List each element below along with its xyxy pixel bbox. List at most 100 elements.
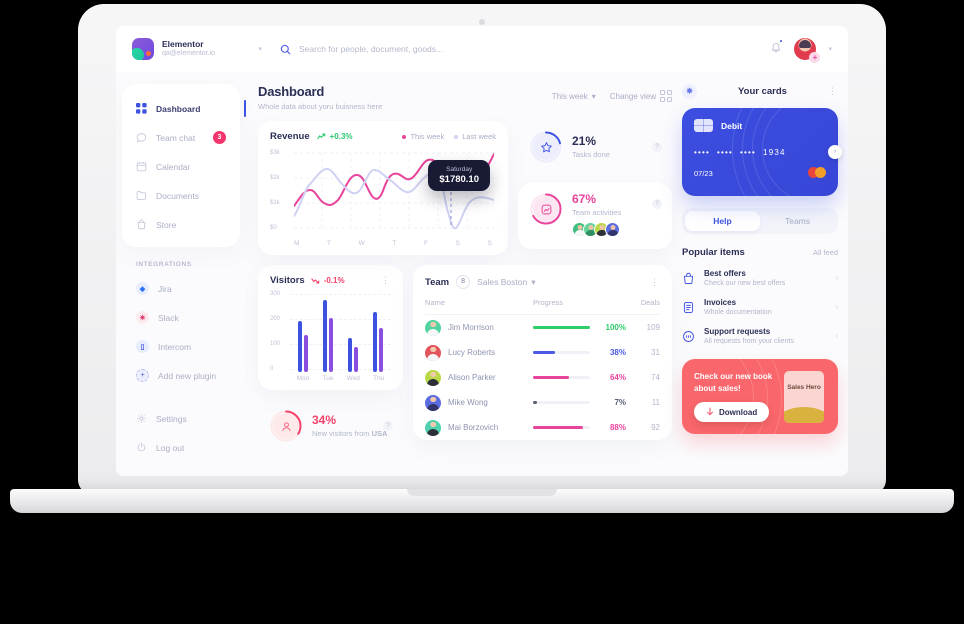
popular-items-title: Popular items [682,247,745,258]
help-icon[interactable]: ? [652,199,662,209]
member-cell: Mai Borzovich [425,419,533,436]
page-tools: This week ▾ Change view [552,84,672,102]
period-selector[interactable]: This week ▾ [552,92,596,101]
user-icon [273,413,299,439]
progress-bar [533,326,590,329]
page-header: Dashboard Whole data about yoru buisness… [258,84,672,111]
grid-view-icon [660,90,672,102]
avatar[interactable]: + [794,38,821,63]
card-group-2: •••• [717,148,734,157]
notification-dot [779,39,784,43]
bottom-cards-row: Visitors -0.1% ⋮ 300 200 100 0 Mon Tue W… [258,265,672,452]
power-icon [136,442,147,453]
table-row[interactable]: Mike Wong 7% 11 [425,390,660,415]
usa-text: 34% New visitors from USA [312,414,387,438]
elementor-logo-icon [132,38,154,60]
bar-series1 [348,338,353,372]
sidebar-item-add-plugin[interactable]: + Add new plugin [122,361,246,390]
card-expiry: 07/23 [694,169,713,178]
slack-icon: ✳ [136,311,149,324]
x-tick: S [487,240,492,247]
plus-icon: + [136,369,149,382]
help-icon[interactable]: ? [652,142,662,152]
sidebar-item-slack[interactable]: ✳ Slack [122,303,246,332]
table-row[interactable]: Lucy Roberts 38% 31 [425,340,660,365]
popular-item-best-offers[interactable]: Best offers Check our new best offers › [682,269,838,287]
dashboard-app: Elementor qa@elementor.io ▾ Search for p… [116,26,848,476]
notifications-button[interactable] [770,39,784,58]
table-row[interactable]: Mai Borzovich 88% 92 [425,415,660,440]
cards-title: Your cards [738,86,787,97]
credit-card-wrap: Debit •••• •••• •••• 1934 07/23 › [682,108,842,196]
sidebar-item-jira[interactable]: ◆ Jira [122,274,246,303]
avatar[interactable] [605,222,620,237]
sidebar-item-settings[interactable]: Settings [122,404,246,433]
chevron-down-icon[interactable]: ▾ [258,45,262,53]
popular-item-name: Support requests [704,327,771,336]
team-label: Team activities [572,208,622,217]
sidebar-item-dashboard[interactable]: Dashboard [122,94,246,123]
sidebar-item-label: Settings [156,413,187,424]
screenshot-stage: Elementor qa@elementor.io ▾ Search for p… [0,0,964,624]
bar-group-mon [297,321,308,372]
y-tick: 200 [270,316,281,322]
more-icon[interactable]: ⋮ [828,86,838,97]
card-group-1: •••• [694,148,711,157]
usa-label: New visitors from USA [312,429,387,438]
tasks-done-card: 21% Tasks done ? [518,121,672,173]
popular-item-invoices[interactable]: Invoices Whole documentation › [682,298,838,316]
bar-series2 [379,328,384,372]
revenue-delta: +0.3% [316,132,353,141]
download-button[interactable]: Download [694,402,770,422]
tooltip-day: Saturday [446,166,473,173]
usa-ring [270,410,302,442]
app-body: Dashboard Team chat 3 Calendar Documents… [116,72,848,476]
team-value: 67% [572,192,597,206]
team-activities-card: 67% Team activities ? [518,183,672,249]
sidebar-item-team-chat[interactable]: Team chat 3 [122,123,240,152]
sidebar-item-label: Intercom [158,341,192,352]
sidebar-item-store[interactable]: Store [122,210,240,239]
credit-card[interactable]: Debit •••• •••• •••• 1934 07/23 [682,108,838,196]
next-card-button[interactable]: › [828,145,842,159]
brand-switcher[interactable]: Elementor qa@elementor.io ▾ [132,38,262,60]
deals-value: 31 [651,348,660,357]
table-row[interactable]: Jim Morrison 100% 109 [425,315,660,340]
popular-item-support-requests[interactable]: Support requests All requests from your … [682,327,838,345]
visitors-plot [290,294,391,372]
sidebar-item-intercom[interactable]: ▯ Intercom [122,332,246,361]
team-avatar-group [572,222,621,237]
sidebar-item-documents[interactable]: Documents [122,181,240,210]
member-cell: Jim Morrison [425,319,533,336]
bar-groups [290,294,391,372]
sidebar-item-calendar[interactable]: Calendar [122,152,240,181]
table-row[interactable]: Alison Parker 64% 74 [425,365,660,390]
progress-percent: 38% [609,348,626,357]
chevron-right-icon: › [835,332,838,340]
all-feed-link[interactable]: All feed [813,248,838,257]
grid-icon [136,103,147,114]
help-icon[interactable]: ? [383,421,393,431]
search-box[interactable] [280,44,770,55]
revenue-delta-value: +0.3% [329,132,353,141]
more-icon[interactable]: ⋮ [381,275,391,286]
book-title: Sales Hero [787,384,821,391]
bag-icon [682,272,695,285]
tab-teams[interactable]: Teams [760,211,835,231]
legend-this-week-label: This week [410,132,445,141]
add-user-badge[interactable]: + [809,52,821,63]
search-input[interactable] [299,44,559,54]
sidebar-item-logout[interactable]: Log out [122,433,246,462]
column-header-deals: Deals [640,298,660,307]
more-icon[interactable]: ⋮ [650,277,660,288]
change-view-button[interactable]: Change view [610,90,672,102]
sun-icon[interactable]: ✸ [682,84,697,99]
top-bar-actions: + ▾ [770,38,832,63]
table-header-row: Name Progress Deals [425,298,660,315]
active-indicator [243,100,246,117]
revenue-card: Revenue +0.3% This week Last week $3k $2… [258,121,508,255]
member-cell: Alison Parker [425,369,533,386]
chevron-down-icon[interactable]: ▾ [828,45,832,53]
team-filter-dropdown[interactable]: Sales Boston ▾ [477,277,535,288]
tab-help[interactable]: Help [685,211,760,231]
